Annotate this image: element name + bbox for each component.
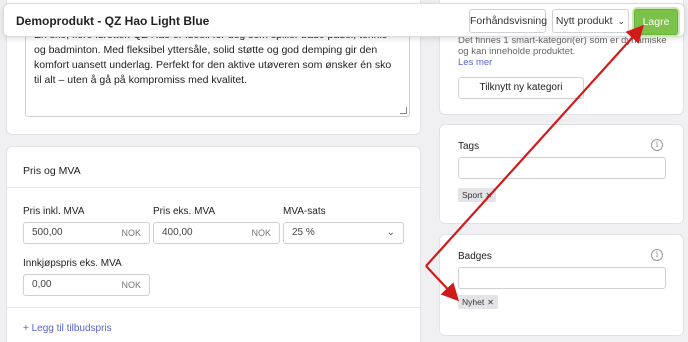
add-offer-price-link[interactable]: + Legg til tilbudspris bbox=[23, 323, 112, 334]
new-product-label: Nytt produkt bbox=[555, 15, 613, 27]
price-excl-value: 400,00 bbox=[162, 227, 193, 238]
tag-chip-label: Sport bbox=[462, 190, 483, 200]
tag-chip: Sport ✕ bbox=[458, 188, 497, 202]
read-more-link[interactable]: Les mer bbox=[458, 57, 492, 68]
price-incl-value: 500,00 bbox=[32, 227, 63, 238]
page-title: Demoprodukt - QZ Hao Light Blue bbox=[16, 14, 210, 28]
close-icon[interactable]: ✕ bbox=[485, 191, 492, 200]
smart-category-info: Det finnes 1 smart-kategori(er) som er d… bbox=[458, 35, 667, 57]
price-incl-label: Pris inkl. MVA bbox=[23, 206, 85, 217]
purchase-price-label: Innkjøpspris eks. MVA bbox=[23, 258, 122, 269]
assign-category-button[interactable]: Tilknytt ny kategori bbox=[458, 77, 584, 99]
currency-unit: NOK bbox=[251, 228, 271, 238]
currency-unit: NOK bbox=[121, 280, 141, 290]
badge-chip: Nyhet ✕ bbox=[458, 295, 498, 309]
vat-value: 25 % bbox=[292, 227, 315, 238]
tags-title: Tags bbox=[458, 141, 480, 152]
badges-card: Badges i Nyhet ✕ bbox=[439, 234, 684, 336]
new-product-button[interactable]: Nytt produkt ⌄ bbox=[552, 9, 629, 33]
resize-handle[interactable] bbox=[400, 107, 407, 114]
info-icon[interactable]: i bbox=[651, 139, 663, 151]
preview-button[interactable]: Forhåndsvisning bbox=[469, 9, 547, 33]
tags-card: Tags i Sport ✕ bbox=[439, 124, 684, 224]
chevron-down-icon: ⌄ bbox=[617, 16, 626, 26]
vat-label: MVA-sats bbox=[283, 206, 326, 217]
vat-select[interactable]: 25 % ⌄ bbox=[283, 222, 404, 244]
price-incl-input[interactable]: 500,00 NOK bbox=[23, 222, 150, 244]
description-text: Én sko, flere idretter. QZ Hao er ideell… bbox=[34, 29, 392, 86]
price-excl-input[interactable]: 400,00 NOK bbox=[153, 222, 280, 244]
purchase-price-value: 0,00 bbox=[32, 279, 52, 290]
save-button[interactable]: Lagre bbox=[634, 9, 678, 35]
badges-input[interactable] bbox=[458, 267, 666, 289]
info-icon[interactable]: i bbox=[651, 249, 663, 261]
badges-title: Badges bbox=[458, 251, 492, 262]
badge-chip-label: Nyhet bbox=[462, 297, 485, 307]
pricing-section-title: Pris og MVA bbox=[23, 165, 81, 177]
top-header: Demoprodukt - QZ Hao Light Blue Forhånds… bbox=[3, 3, 685, 37]
close-icon[interactable]: ✕ bbox=[487, 298, 494, 307]
tags-input[interactable] bbox=[458, 157, 666, 179]
divider bbox=[7, 307, 420, 308]
chevron-down-icon: ⌄ bbox=[386, 227, 395, 238]
pricing-card: Pris og MVA Pris inkl. MVA 500,00 NOK Pr… bbox=[6, 146, 421, 342]
price-excl-label: Pris eks. MVA bbox=[153, 206, 216, 217]
currency-unit: NOK bbox=[121, 228, 141, 238]
divider bbox=[7, 187, 420, 188]
purchase-price-input[interactable]: 0,00 NOK bbox=[23, 274, 150, 296]
